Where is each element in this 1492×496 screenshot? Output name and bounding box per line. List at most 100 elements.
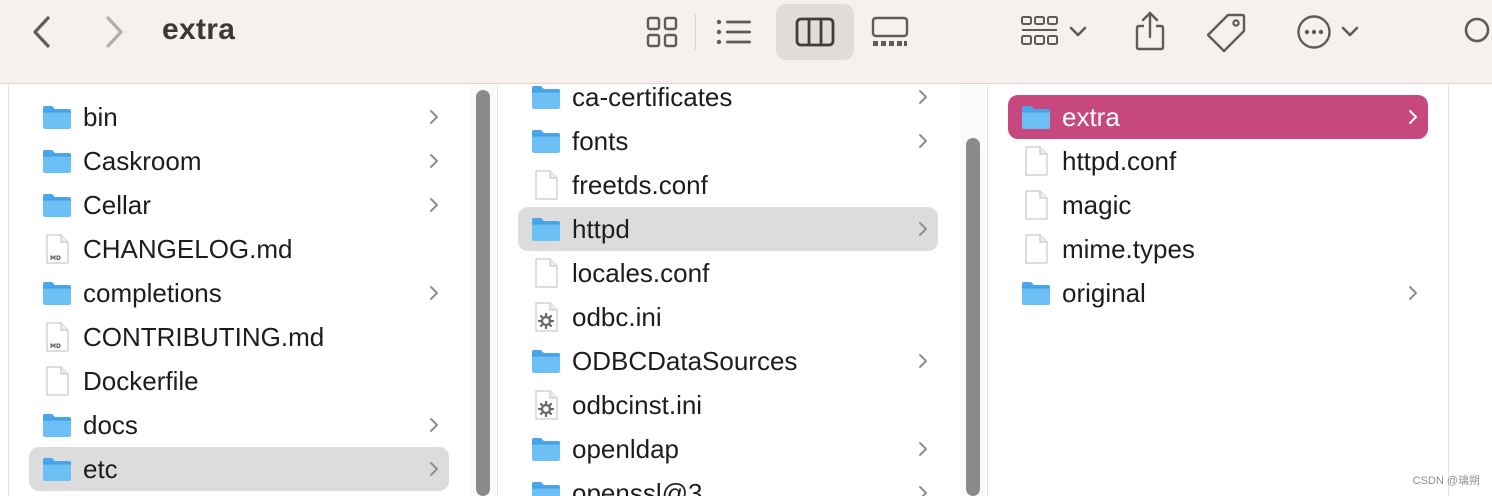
file-row[interactable]: odbcinst.ini bbox=[518, 383, 938, 427]
document-file-icon bbox=[530, 169, 562, 201]
folder-icon bbox=[41, 189, 73, 221]
chevron-left-icon bbox=[33, 16, 50, 48]
column-2-scroll-thumb[interactable] bbox=[966, 138, 980, 496]
file-row[interactable]: mime.types bbox=[1008, 227, 1428, 271]
document-file-icon bbox=[530, 257, 562, 289]
list-view-button[interactable] bbox=[712, 10, 756, 54]
chevron-right-icon bbox=[916, 131, 930, 151]
file-row[interactable]: MD CHANGELOG.md bbox=[29, 227, 449, 271]
document-file-icon bbox=[1020, 233, 1052, 265]
item-name: CHANGELOG.md bbox=[83, 233, 293, 264]
item-name: odbc.ini bbox=[572, 301, 662, 332]
item-name: docs bbox=[83, 409, 138, 440]
file-row[interactable]: httpd.conf bbox=[1008, 139, 1428, 183]
column-3[interactable]: extra httpd.conf magic mime.types origin… bbox=[988, 85, 1450, 496]
group-by-button[interactable] bbox=[1014, 10, 1094, 54]
folder-icon bbox=[41, 145, 73, 177]
item-name: httpd.conf bbox=[1062, 145, 1177, 176]
config-file-icon bbox=[530, 301, 562, 333]
chevron-right-icon bbox=[916, 483, 930, 496]
folder-icon bbox=[530, 85, 562, 113]
gallery-view-button[interactable] bbox=[866, 10, 914, 54]
icons-view-button[interactable] bbox=[640, 10, 684, 54]
folder-row[interactable]: original bbox=[1008, 271, 1428, 315]
item-name: Dockerfile bbox=[83, 365, 199, 396]
columns-view-button[interactable] bbox=[776, 4, 854, 60]
column-1-scroll-thumb[interactable] bbox=[476, 90, 490, 496]
chevron-right-icon bbox=[916, 351, 930, 371]
item-name: fonts bbox=[572, 125, 629, 156]
toolbar: extra bbox=[0, 0, 1492, 84]
item-name: odbcinst.ini bbox=[572, 389, 703, 420]
item-name: CONTRIBUTING.md bbox=[83, 321, 325, 352]
item-name: openldap bbox=[572, 433, 679, 464]
column-2-scrollbar[interactable] bbox=[960, 85, 986, 496]
item-name: openssl@3 bbox=[572, 477, 703, 496]
folder-row[interactable]: Cellar bbox=[29, 183, 449, 227]
markdown-file-icon: MD bbox=[41, 233, 73, 265]
svg-text:MD: MD bbox=[50, 343, 61, 350]
column-1-scrollbar[interactable] bbox=[470, 85, 496, 496]
item-name: Caskroom bbox=[83, 145, 202, 176]
search-button[interactable] bbox=[1462, 10, 1492, 54]
file-row[interactable]: odbc.ini bbox=[518, 295, 938, 339]
column-1[interactable]: bin Caskroom Cellar MD CHANGELOG.md comp… bbox=[8, 85, 470, 496]
chevron-right-icon bbox=[916, 439, 930, 459]
item-name: locales.conf bbox=[572, 257, 710, 288]
back-button[interactable] bbox=[22, 12, 62, 52]
folder-row[interactable]: docs bbox=[29, 403, 449, 447]
gallery-view-icon bbox=[871, 16, 909, 46]
config-file-icon bbox=[530, 389, 562, 421]
window-title: extra bbox=[162, 13, 236, 46]
group-by-icon bbox=[1021, 16, 1058, 45]
folder-row[interactable]: openssl@3 bbox=[518, 471, 938, 496]
folder-icon bbox=[530, 345, 562, 377]
forward-button[interactable] bbox=[94, 12, 134, 52]
chevron-down-icon bbox=[1341, 26, 1359, 37]
folder-row[interactable]: ca-certificates bbox=[518, 85, 938, 119]
folder-icon bbox=[1020, 277, 1052, 309]
item-name: etc bbox=[83, 453, 118, 484]
file-row[interactable]: Dockerfile bbox=[29, 359, 449, 403]
folder-row[interactable]: bin bbox=[29, 95, 449, 139]
file-row[interactable]: MD CONTRIBUTING.md bbox=[29, 315, 449, 359]
folder-row[interactable]: httpd bbox=[518, 207, 938, 251]
chevron-right-icon bbox=[427, 151, 441, 171]
item-name: bin bbox=[83, 101, 118, 132]
item-name: ODBCDataSources bbox=[572, 345, 798, 376]
folder-row[interactable]: etc bbox=[29, 447, 449, 491]
document-file-icon bbox=[1020, 189, 1052, 221]
document-file-icon bbox=[1020, 145, 1052, 177]
icons-view-icon bbox=[646, 16, 678, 48]
svg-text:MD: MD bbox=[50, 255, 61, 262]
item-name: httpd bbox=[572, 213, 630, 244]
folder-icon bbox=[530, 477, 562, 496]
chevron-right-icon bbox=[1406, 107, 1420, 127]
file-row[interactable]: freetds.conf bbox=[518, 163, 938, 207]
folder-row[interactable]: fonts bbox=[518, 119, 938, 163]
toolbar-separator bbox=[695, 14, 696, 50]
folder-row[interactable]: completions bbox=[29, 271, 449, 315]
more-actions-button[interactable] bbox=[1290, 10, 1366, 54]
folder-row[interactable]: ODBCDataSources bbox=[518, 339, 938, 383]
folder-row[interactable]: Caskroom bbox=[29, 139, 449, 183]
chevron-right-icon bbox=[427, 283, 441, 303]
tag-button[interactable] bbox=[1202, 8, 1252, 56]
chevron-right-icon bbox=[1406, 283, 1420, 303]
item-name: completions bbox=[83, 277, 222, 308]
folder-row[interactable]: openldap bbox=[518, 427, 938, 471]
file-row[interactable]: locales.conf bbox=[518, 251, 938, 295]
folder-row[interactable]: extra bbox=[1008, 95, 1428, 139]
item-name: Cellar bbox=[83, 189, 151, 220]
item-name: ca-certificates bbox=[572, 85, 733, 112]
document-file-icon bbox=[41, 365, 73, 397]
chevron-right-icon bbox=[916, 87, 930, 107]
share-button[interactable] bbox=[1128, 6, 1172, 56]
item-name: extra bbox=[1062, 101, 1120, 132]
file-row[interactable]: magic bbox=[1008, 183, 1428, 227]
column-divider[interactable] bbox=[1448, 85, 1449, 496]
column-2[interactable]: ca-certificates fonts freetds.conf httpd… bbox=[498, 85, 960, 496]
ellipsis-icon bbox=[1297, 15, 1331, 49]
watermark: CSDN @璃朔 bbox=[1412, 475, 1480, 487]
columns-view-icon bbox=[795, 17, 835, 47]
